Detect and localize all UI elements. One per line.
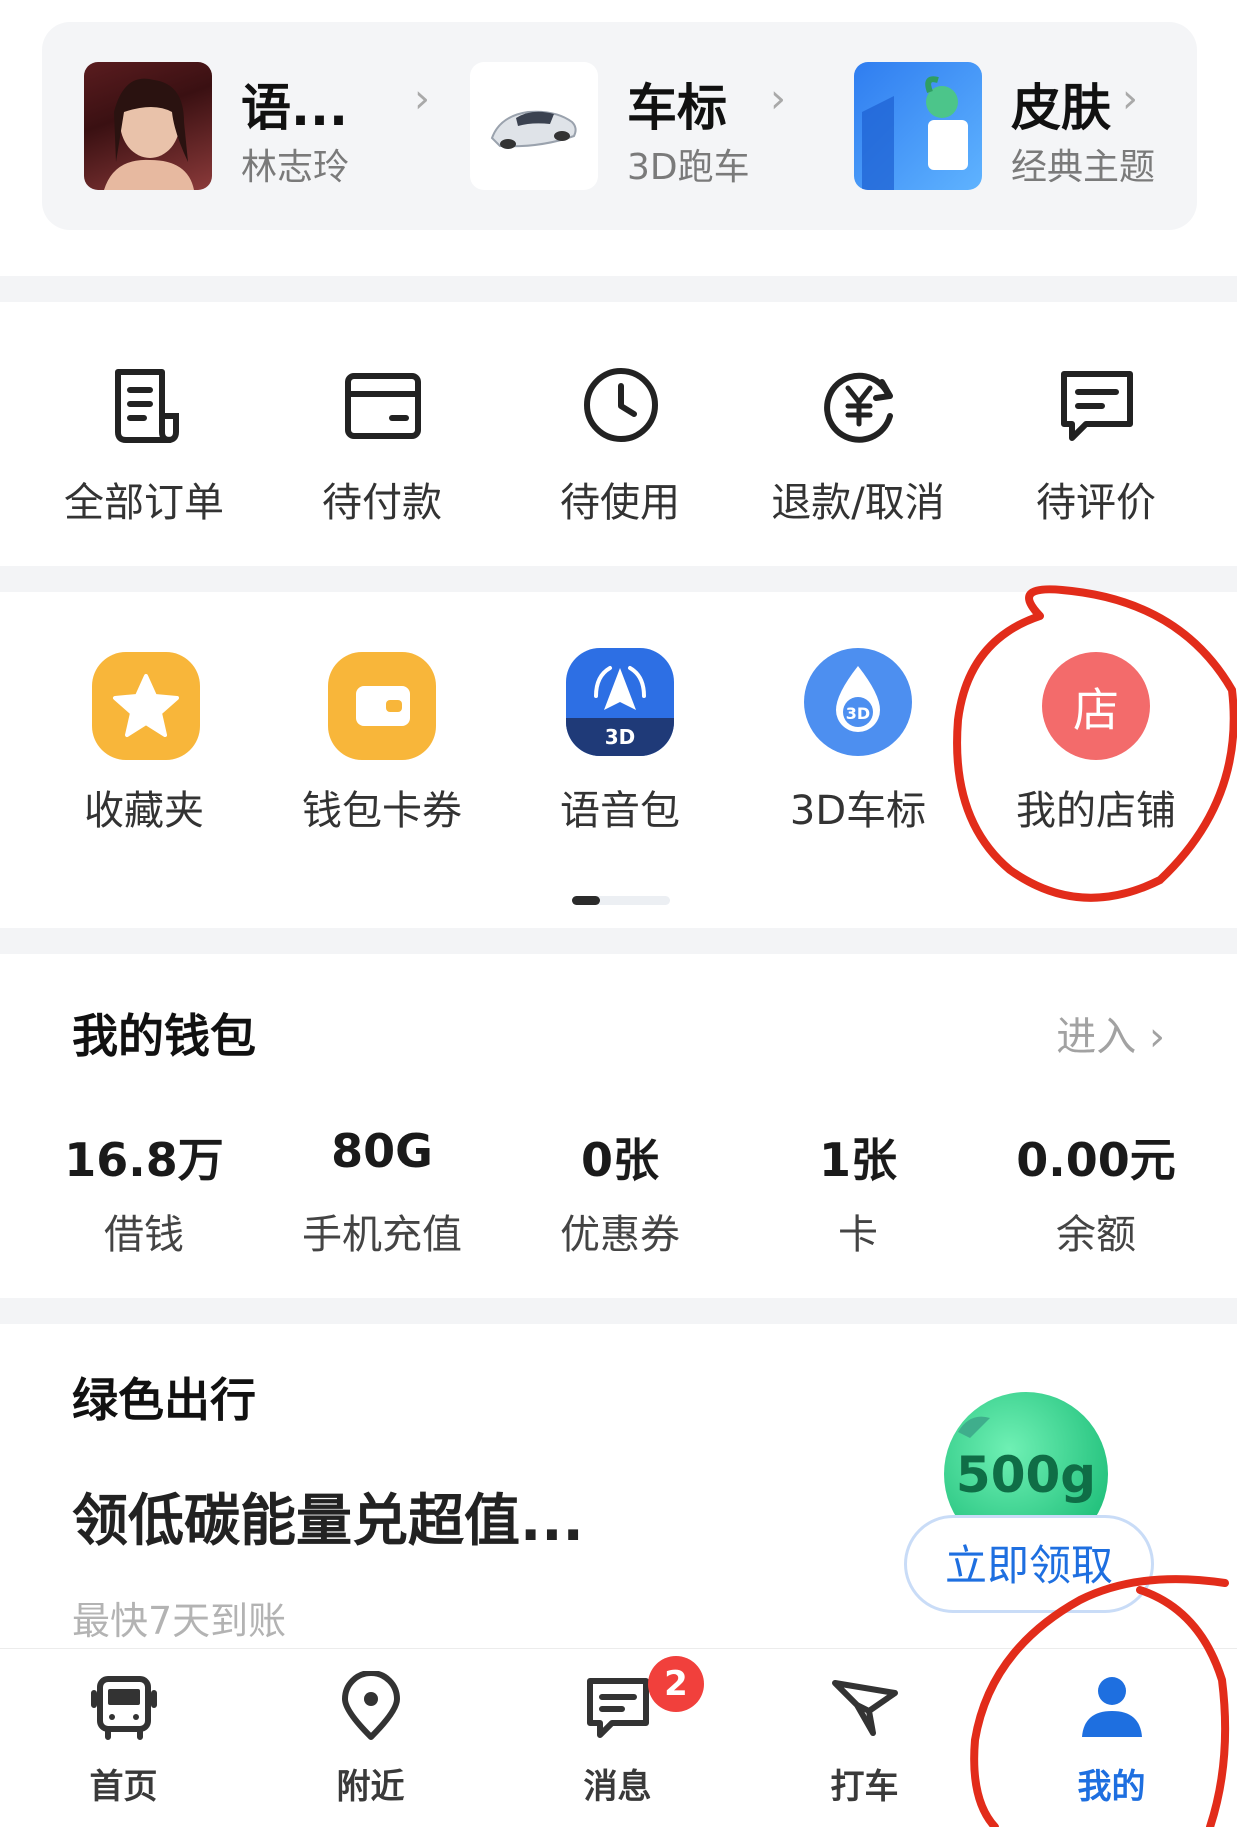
annotation-overlay xyxy=(953,585,1237,1827)
annotation-circle-mine xyxy=(970,1575,1230,1827)
annotation-circle-shop xyxy=(953,585,1237,902)
